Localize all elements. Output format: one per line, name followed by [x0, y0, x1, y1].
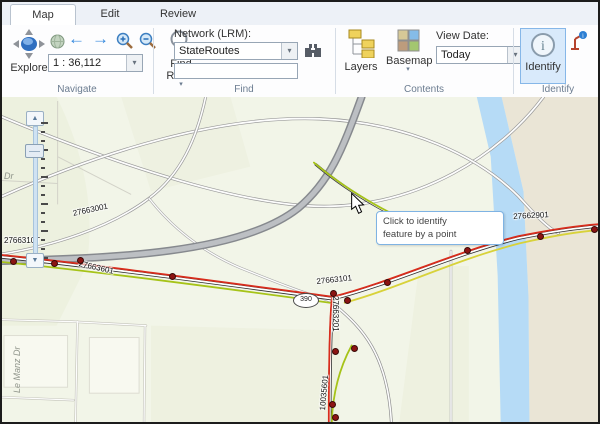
zoom-slider-handle[interactable] [25, 144, 44, 158]
route-label: 27663201 [331, 296, 340, 332]
tooltip-line1: Click to identify [383, 215, 497, 228]
tab-review[interactable]: Review [146, 4, 210, 24]
zoom-slider-tick [41, 140, 45, 142]
group-label-find: Find [154, 84, 334, 95]
calibration-point-marker[interactable] [384, 279, 391, 286]
identify-tooltip: Click to identify feature by a point [376, 211, 504, 245]
route-label: 27663101 [316, 273, 352, 286]
tab-edit[interactable]: Edit [78, 4, 142, 24]
route-shield: 390 [293, 293, 319, 308]
zoom-slider-tick [41, 230, 48, 232]
zoom-slider-tick [41, 248, 45, 250]
calibration-point-marker[interactable] [332, 414, 339, 421]
calibration-point-marker[interactable] [77, 257, 84, 264]
svg-text:i: i [541, 39, 545, 54]
layers-tree-icon [348, 29, 375, 58]
zoom-slider-tick [41, 176, 48, 178]
binoculars-icon[interactable] [304, 43, 322, 59]
calibration-point-marker[interactable] [169, 273, 176, 280]
tab-map[interactable]: Map [10, 4, 76, 27]
basemap-button[interactable]: Basemap ▾ [386, 29, 430, 73]
zoom-in-icon[interactable] [115, 32, 134, 51]
map-label-layer: 276630012766310T276636012766310127663201… [2, 97, 598, 422]
calibration-point-marker[interactable] [330, 290, 337, 297]
full-extent-globe-icon[interactable] [50, 34, 65, 49]
zoom-slider-tick [41, 203, 48, 205]
network-dropdown-icon[interactable]: ▾ [281, 43, 297, 59]
identify-info-icon: i [530, 32, 556, 58]
calibration-point-marker[interactable] [51, 260, 58, 267]
calibration-point-marker[interactable] [464, 247, 471, 254]
group-label-contents: Contents [336, 84, 512, 95]
zoom-slider-down-button[interactable]: ▼ [26, 253, 44, 268]
zoom-slider-tick [41, 194, 45, 196]
group-label-navigate: Navigate [2, 84, 152, 95]
calibration-point-marker[interactable] [344, 297, 351, 304]
calibration-point-marker[interactable] [329, 401, 336, 408]
scale-value: 1 : 36,112 [53, 57, 101, 69]
tooltip-line2: feature by a point [383, 228, 497, 241]
previous-extent-arrow-icon[interactable]: ← [68, 29, 85, 49]
app-window: Map Edit Review Explore ← → [0, 0, 600, 424]
ribbon-tab-bar: Map Edit Review [2, 2, 598, 26]
view-date-label: View Date: [436, 30, 489, 42]
zoom-slider-tick [41, 158, 45, 160]
network-value: StateRoutes [179, 45, 240, 57]
route-label: 27662901 [513, 210, 549, 221]
scale-combobox[interactable]: 1 : 36,112 ▾ [48, 54, 143, 72]
explore-compass-icon [13, 29, 45, 59]
view-date-value: Today [441, 49, 470, 61]
zoom-slider-tick [41, 122, 48, 124]
ribbon: Explore ← → 1 : 36,112 ▾ Navigate [2, 25, 598, 98]
basemap-tiles-icon [397, 29, 420, 52]
calibration-point-marker[interactable] [591, 226, 598, 233]
zoom-slider-tick [41, 239, 45, 241]
zoom-slider-tick [41, 212, 45, 214]
next-extent-arrow-icon[interactable]: → [92, 29, 109, 49]
view-date-combobox[interactable]: Today ▾ [436, 46, 524, 64]
calibration-point-marker[interactable] [332, 348, 339, 355]
network-lrm-label: Network (LRM): [174, 28, 251, 40]
find-route-search-input[interactable] [174, 63, 298, 79]
zoom-slider-tick [41, 131, 45, 133]
map-viewport[interactable]: 276630012766310T276636012766310127663201… [2, 97, 598, 422]
zoom-slider-tick [41, 167, 45, 169]
explore-label: Explore [7, 62, 51, 74]
basemap-dropdown-caret[interactable]: ▾ [386, 67, 430, 73]
layers-label: Layers [342, 61, 380, 73]
calibration-point-marker[interactable] [10, 258, 17, 265]
identify-button[interactable]: i Identify [520, 28, 566, 84]
network-combobox[interactable]: StateRoutes ▾ [174, 42, 298, 60]
street-label: Dr [4, 171, 14, 181]
scale-dropdown-icon[interactable]: ▾ [126, 55, 142, 71]
calibration-point-marker[interactable] [351, 345, 358, 352]
layers-button[interactable]: Layers [342, 29, 380, 73]
calibration-point-marker[interactable] [537, 233, 544, 240]
zoom-slider-tick [41, 221, 45, 223]
route-label: 27663001 [72, 202, 109, 218]
zoom-out-icon[interactable] [138, 32, 157, 51]
identify-route-tool-icon[interactable]: i [569, 31, 589, 51]
explore-button[interactable]: Explore [7, 29, 51, 74]
group-label-identify: Identify [514, 84, 600, 95]
identify-label: Identify [521, 61, 565, 73]
zoom-slider-tick [41, 185, 45, 187]
street-label: Le Manz Dr [12, 346, 22, 393]
